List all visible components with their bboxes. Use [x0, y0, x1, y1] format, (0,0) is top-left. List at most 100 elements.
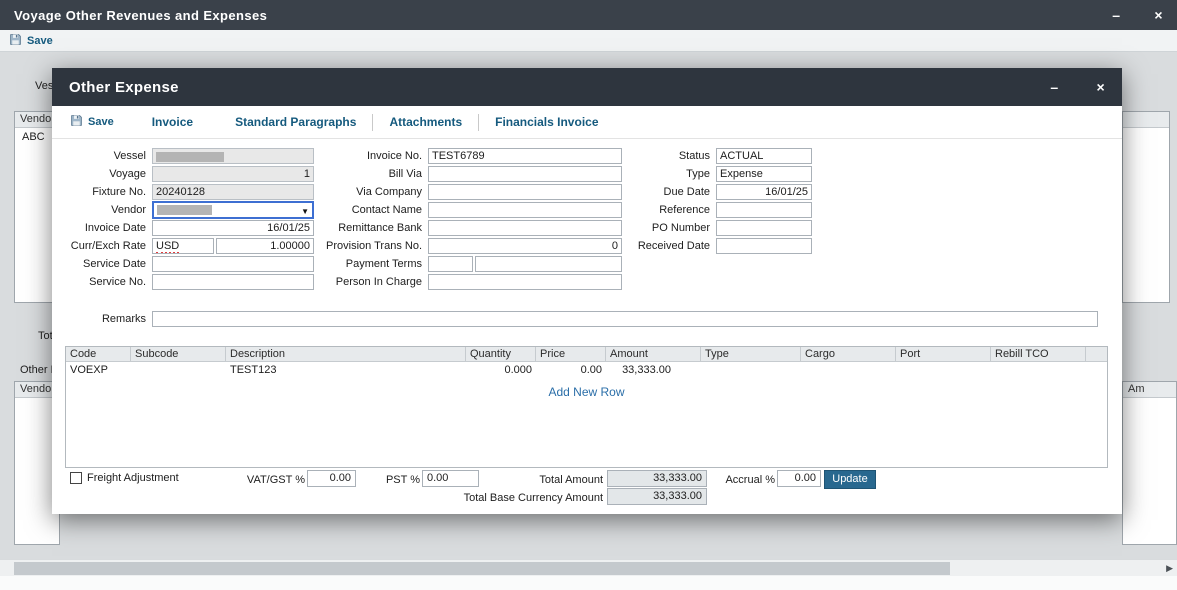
via-company-field[interactable]	[428, 184, 622, 200]
vessel-label: Vessel	[56, 150, 152, 162]
form-left-column: Vessel Voyage 1 Fixture No. 20240128 Ven…	[56, 147, 314, 291]
cell-subcode[interactable]	[131, 362, 226, 379]
form-right-column: Status ACTUAL Type Expense Due Date 16/0…	[612, 147, 812, 255]
curr-exch-rate-label: Curr/Exch Rate	[56, 240, 152, 252]
scrollbar-right-arrow-icon[interactable]: ▶	[1166, 563, 1173, 574]
vendor-dropdown[interactable]: ▼	[152, 201, 314, 219]
due-date-label: Due Date	[612, 186, 716, 198]
toolbar-separator	[478, 114, 479, 131]
status-field[interactable]: ACTUAL	[716, 148, 812, 164]
cell-quantity[interactable]: 0.000	[466, 362, 536, 379]
cell-rebill-tco[interactable]	[991, 362, 1086, 379]
reference-field[interactable]	[716, 202, 812, 218]
invoice-no-label: Invoice No.	[292, 150, 428, 162]
bottom-strip	[0, 576, 1177, 590]
cell-cargo[interactable]	[801, 362, 896, 379]
column-header-quantity[interactable]: Quantity	[466, 347, 536, 361]
horizontal-scrollbar[interactable]: ▶	[0, 559, 1177, 576]
toolbar-attachments-link[interactable]: Attachments	[375, 115, 476, 129]
checkbox-icon[interactable]	[70, 472, 82, 484]
column-header-subcode[interactable]: Subcode	[131, 347, 226, 361]
invoice-date-label: Invoice Date	[56, 222, 152, 234]
vendor-label: Vendor	[56, 204, 152, 216]
remarks-row: Remarks	[56, 310, 1098, 328]
contact-name-field[interactable]	[428, 202, 622, 218]
po-number-field[interactable]	[716, 220, 812, 236]
toolbar-invoice-link[interactable]: Invoice	[138, 115, 207, 129]
freight-adjustment-label: Freight Adjustment	[87, 472, 179, 484]
dialog-close-button[interactable]: ×	[1097, 80, 1105, 94]
cell-code[interactable]: VOEXP	[66, 362, 131, 379]
remarks-field[interactable]	[152, 311, 1098, 327]
redacted-value	[157, 205, 212, 215]
freight-adjustment-checkbox[interactable]: Freight Adjustment	[70, 472, 179, 484]
column-header-description[interactable]: Description	[226, 347, 466, 361]
voyage-field[interactable]: 1	[152, 166, 314, 182]
column-header-cargo[interactable]: Cargo	[801, 347, 896, 361]
line-items-grid: Code Subcode Description Quantity Price …	[65, 346, 1108, 468]
background-total-label: Tot	[38, 330, 53, 342]
column-header-type[interactable]: Type	[701, 347, 801, 361]
window-save-label: Save	[27, 35, 53, 47]
fixture-no-field[interactable]: 20240128	[152, 184, 314, 200]
dialog-minimize-button[interactable]: –	[1050, 80, 1058, 94]
toolbar-standard-paragraphs-link[interactable]: Standard Paragraphs	[221, 115, 370, 129]
cell-type[interactable]	[701, 362, 801, 379]
column-header-port[interactable]: Port	[896, 347, 991, 361]
via-company-label: Via Company	[292, 186, 428, 198]
service-no-label: Service No.	[56, 276, 152, 288]
window-minimize-button[interactable]: –	[1112, 8, 1120, 22]
toolbar-separator	[372, 114, 373, 131]
bill-via-field[interactable]	[428, 166, 622, 182]
person-in-charge-field[interactable]	[428, 274, 622, 290]
accrual-label: Accrual %	[707, 474, 775, 486]
vat-gst-field[interactable]: 0.00	[307, 470, 356, 487]
table-row[interactable]: VOEXP TEST123 0.000 0.00 33,333.00	[66, 362, 1107, 379]
dialog-titlebar: Other Expense – ×	[52, 68, 1122, 106]
background-top-right-header	[1123, 112, 1169, 128]
save-icon	[70, 114, 83, 130]
accrual-field[interactable]: 0.00	[777, 470, 821, 487]
window-save-button[interactable]: Save	[9, 33, 53, 49]
service-date-field[interactable]	[152, 256, 314, 272]
toolbar-financials-invoice-link[interactable]: Financials Invoice	[481, 115, 612, 129]
cell-amount[interactable]: 33,333.00	[606, 362, 701, 379]
payment-terms-code-field[interactable]	[428, 256, 473, 272]
column-header-price[interactable]: Price	[536, 347, 606, 361]
service-no-field[interactable]	[152, 274, 314, 290]
column-header-amount[interactable]: Amount	[606, 347, 701, 361]
voyage-label: Voyage	[56, 168, 152, 180]
vessel-field[interactable]	[152, 148, 314, 164]
dialog-save-button[interactable]: Save	[70, 114, 114, 130]
background-amount-header: Am	[1123, 382, 1176, 398]
invoice-no-field[interactable]: TEST6789	[428, 148, 622, 164]
cell-description[interactable]: TEST123	[226, 362, 466, 379]
received-date-field[interactable]	[716, 238, 812, 254]
window-toolbar: Save	[0, 30, 1177, 52]
vat-gst-label: VAT/GST %	[200, 474, 305, 486]
grid-header-row: Code Subcode Description Quantity Price …	[66, 347, 1107, 362]
provision-trans-no-field[interactable]: 0	[428, 238, 622, 254]
update-button[interactable]: Update	[824, 470, 876, 489]
cell-port[interactable]	[896, 362, 991, 379]
cell-price[interactable]: 0.00	[536, 362, 606, 379]
person-in-charge-label: Person In Charge	[292, 276, 428, 288]
due-date-field[interactable]: 16/01/25	[716, 184, 812, 200]
column-header-filler	[1086, 347, 1107, 361]
currency-field[interactable]: USD	[152, 238, 214, 254]
remittance-bank-field[interactable]	[428, 220, 622, 236]
add-new-row-link[interactable]: Add New Row	[66, 385, 1107, 399]
invoice-date-field[interactable]: 16/01/25	[152, 220, 314, 236]
window-close-button[interactable]: ×	[1154, 8, 1163, 22]
bill-via-label: Bill Via	[292, 168, 428, 180]
total-amount-field: 33,333.00	[607, 470, 707, 487]
column-header-code[interactable]: Code	[66, 347, 131, 361]
payment-terms-desc-field[interactable]	[475, 256, 622, 272]
column-header-rebill-tco[interactable]: Rebill TCO	[991, 347, 1086, 361]
scrollbar-thumb[interactable]	[14, 562, 950, 575]
payment-terms-label: Payment Terms	[292, 258, 428, 270]
type-field[interactable]: Expense	[716, 166, 812, 182]
received-date-label: Received Date	[612, 240, 716, 252]
type-label: Type	[612, 168, 716, 180]
remittance-bank-label: Remittance Bank	[292, 222, 428, 234]
